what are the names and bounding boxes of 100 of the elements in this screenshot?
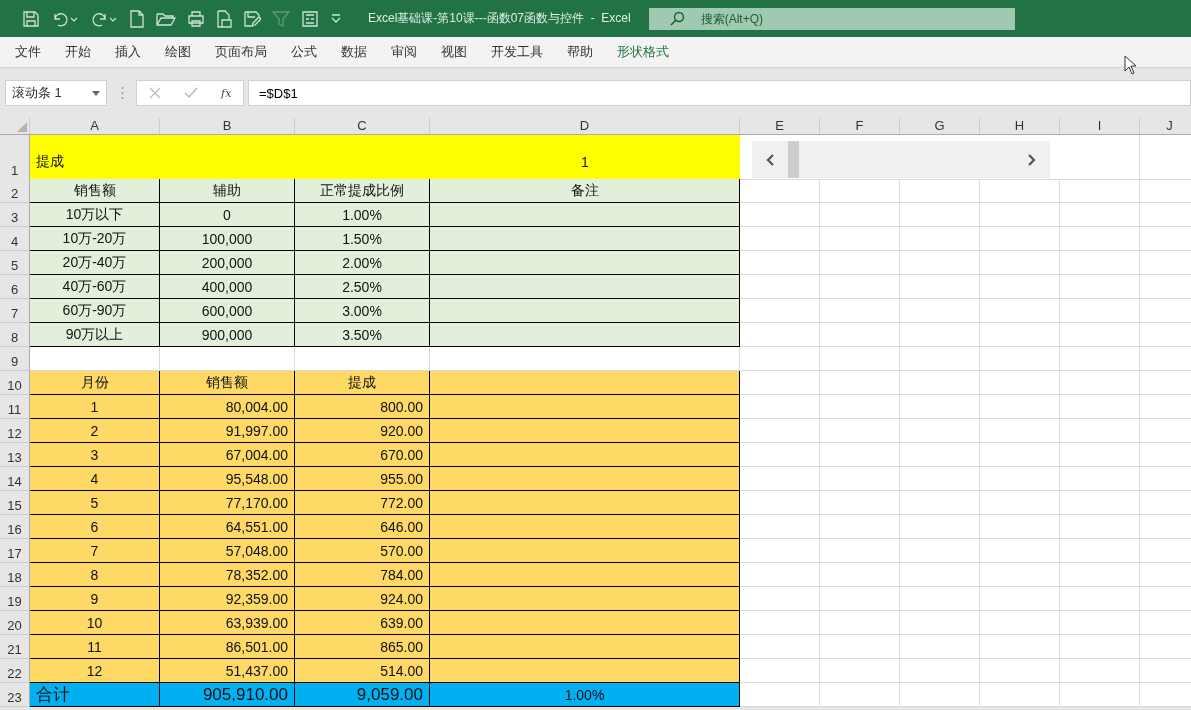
grid-cell[interactable] <box>740 419 820 443</box>
row-header[interactable]: 19 <box>0 587 30 611</box>
grid-cell[interactable] <box>980 443 1060 467</box>
row-header[interactable]: 10 <box>0 371 30 395</box>
menu-tab[interactable]: 审阅 <box>379 40 429 64</box>
row-header[interactable]: 17 <box>0 539 30 563</box>
row-header[interactable]: 11 <box>0 395 30 419</box>
grid-cell[interactable] <box>1060 563 1140 587</box>
grid-cell[interactable] <box>740 467 820 491</box>
grid-cell[interactable] <box>980 467 1060 491</box>
grid-cell[interactable] <box>900 563 980 587</box>
scroll-thumb[interactable] <box>788 141 799 178</box>
grid-cell[interactable] <box>740 347 820 371</box>
name-box[interactable]: 滚动条 1 <box>5 80 107 106</box>
grid-cell[interactable] <box>820 659 900 683</box>
grid-cell[interactable] <box>900 323 980 347</box>
row-header[interactable]: 16 <box>0 515 30 539</box>
grid-cell[interactable] <box>740 203 820 227</box>
menu-tab[interactable]: 视图 <box>429 40 479 64</box>
grid-cell[interactable] <box>820 347 900 371</box>
grid-cell[interactable] <box>980 371 1060 395</box>
scroll-bar-control[interactable] <box>752 141 1050 178</box>
grid-cell[interactable] <box>820 539 900 563</box>
grid-cell[interactable] <box>980 563 1060 587</box>
grid-cell[interactable] <box>820 443 900 467</box>
column-header[interactable]: A <box>30 118 160 134</box>
column-header[interactable]: J <box>1140 118 1191 134</box>
grid-cell[interactable] <box>740 683 820 707</box>
grid-cell[interactable] <box>900 275 980 299</box>
column-header[interactable]: G <box>900 118 980 134</box>
grid-cell[interactable] <box>740 659 820 683</box>
form-icon[interactable] <box>301 9 319 28</box>
grid-cell[interactable] <box>900 515 980 539</box>
row-header[interactable]: 6 <box>0 275 30 299</box>
grid-cell[interactable] <box>980 635 1060 659</box>
row-header[interactable]: 3 <box>0 203 30 227</box>
grid-cell[interactable] <box>980 539 1060 563</box>
row-header[interactable]: 2 <box>0 179 30 203</box>
grid-cell[interactable] <box>820 395 900 419</box>
grid-cell[interactable] <box>980 683 1060 707</box>
new-document-icon[interactable] <box>129 9 145 28</box>
menu-tab[interactable]: 页面布局 <box>203 40 279 64</box>
grid-cell[interactable] <box>740 539 820 563</box>
grid-cell[interactable] <box>740 395 820 419</box>
grid-cell[interactable] <box>1060 395 1140 419</box>
column-header[interactable]: E <box>740 118 820 134</box>
grid-cell[interactable] <box>820 467 900 491</box>
search-field[interactable]: 搜索(Alt+Q) <box>648 7 1015 30</box>
grid-cell[interactable] <box>820 419 900 443</box>
grid-cell[interactable] <box>900 683 980 707</box>
grid-cell[interactable] <box>820 227 900 251</box>
row-header[interactable]: 20 <box>0 611 30 635</box>
grid-cell[interactable] <box>820 371 900 395</box>
row-header[interactable]: 21 <box>0 635 30 659</box>
column-header[interactable]: I <box>1060 118 1140 134</box>
grid-cell[interactable] <box>980 419 1060 443</box>
save-edit-icon[interactable] <box>243 9 261 28</box>
grid-cell[interactable] <box>1060 515 1140 539</box>
grid-cell[interactable] <box>980 251 1060 275</box>
grid-cell[interactable] <box>900 659 980 683</box>
grid-cell[interactable] <box>1060 135 1140 180</box>
select-all-icon[interactable] <box>17 122 27 132</box>
grid-cell[interactable] <box>820 491 900 515</box>
grid-cell[interactable] <box>900 467 980 491</box>
menu-tab[interactable]: 插入 <box>103 40 153 64</box>
grid-cell[interactable] <box>980 395 1060 419</box>
grid-cell[interactable] <box>740 251 820 275</box>
grid-cell[interactable] <box>980 515 1060 539</box>
grid-cell[interactable] <box>900 179 980 203</box>
grid-cell[interactable] <box>980 203 1060 227</box>
grid-cell[interactable] <box>980 275 1060 299</box>
row-header[interactable]: 22 <box>0 659 30 683</box>
grid-cell[interactable] <box>1060 467 1140 491</box>
grid-cell[interactable] <box>820 179 900 203</box>
grid-cell[interactable] <box>820 611 900 635</box>
grid-cell[interactable] <box>1060 683 1140 707</box>
row-header[interactable]: 9 <box>0 347 30 371</box>
grid-cell[interactable] <box>740 443 820 467</box>
customize-dropdown-icon[interactable] <box>330 13 342 24</box>
row-header[interactable]: 23 <box>0 683 30 707</box>
grid-cell[interactable] <box>980 179 1060 203</box>
insert-function-button[interactable]: fx <box>221 86 232 100</box>
menu-tab[interactable]: 公式 <box>279 40 329 64</box>
grid-cell[interactable] <box>740 611 820 635</box>
grid-cell[interactable] <box>1060 179 1140 203</box>
grid-cell[interactable] <box>820 587 900 611</box>
menu-tab[interactable]: 帮助 <box>555 40 605 64</box>
grid-cell[interactable] <box>820 635 900 659</box>
grid-cell[interactable] <box>980 491 1060 515</box>
grid-cell[interactable] <box>1060 227 1140 251</box>
grid-cell[interactable] <box>900 347 980 371</box>
row-header[interactable]: 7 <box>0 299 30 323</box>
grid-cell[interactable] <box>740 515 820 539</box>
column-header[interactable]: D <box>430 118 740 134</box>
grid-cell[interactable] <box>980 611 1060 635</box>
grid-cell[interactable] <box>1060 275 1140 299</box>
grid-cell[interactable] <box>1060 611 1140 635</box>
row-header[interactable]: 12 <box>0 419 30 443</box>
menu-tab[interactable]: 绘图 <box>153 40 203 64</box>
filter-icon[interactable] <box>272 9 290 28</box>
